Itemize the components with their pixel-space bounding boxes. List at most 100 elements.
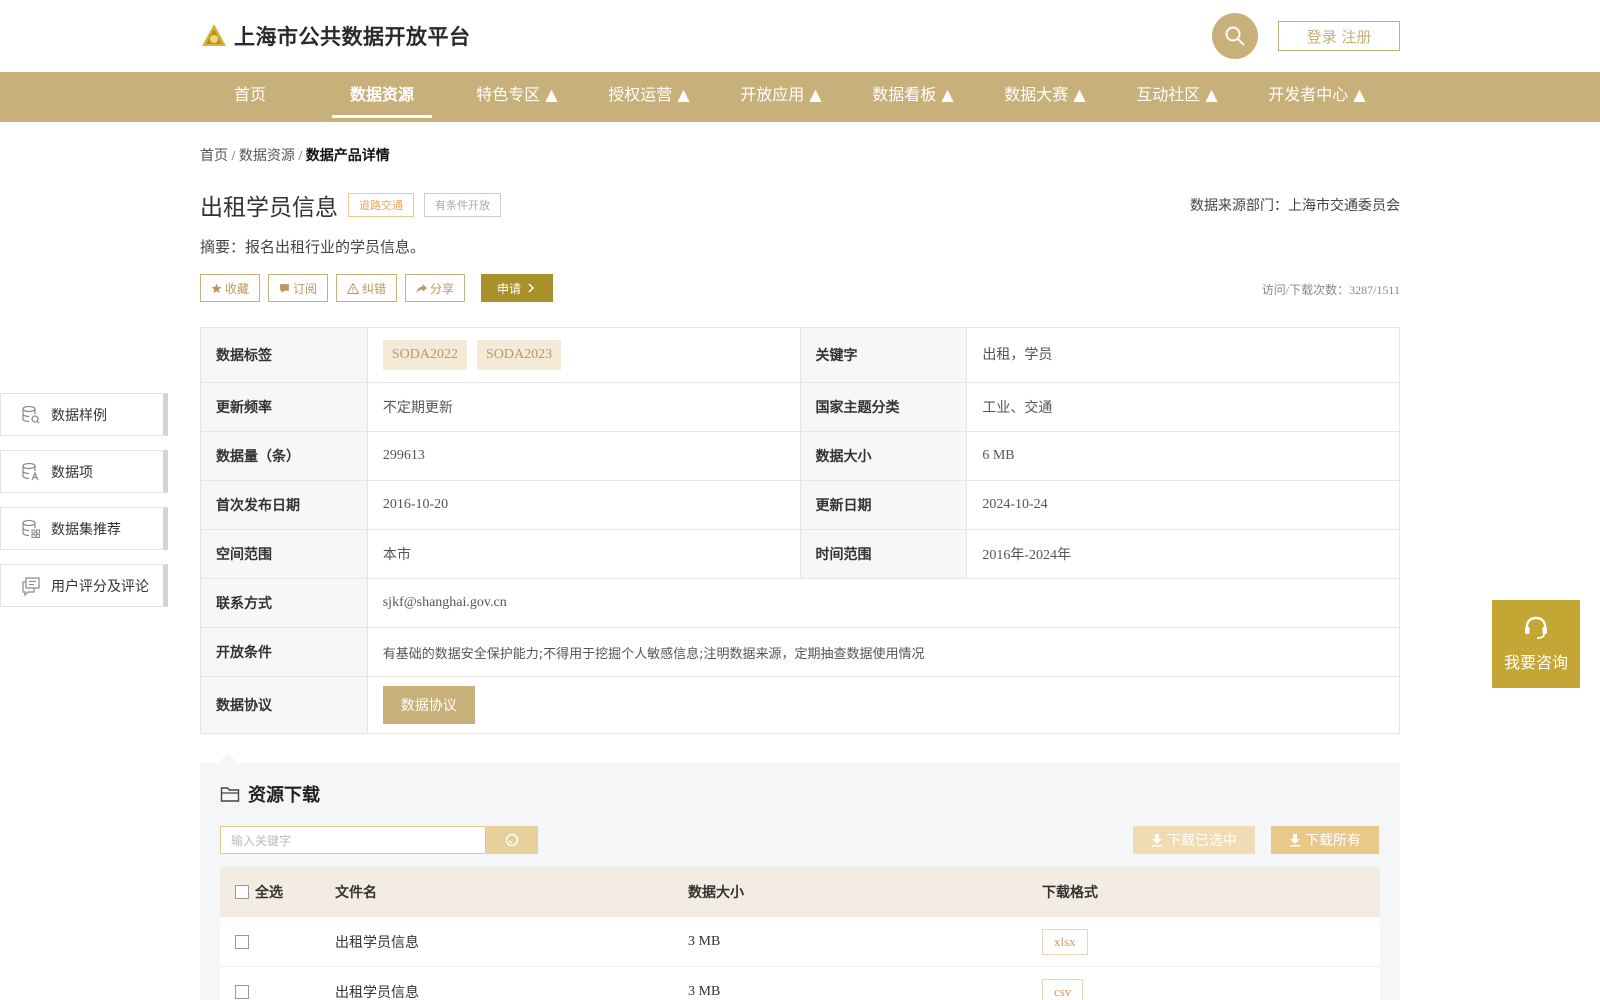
data-size-label: 数据大小 [800, 432, 968, 480]
search-button[interactable] [1212, 13, 1258, 59]
data-protocol-button[interactable]: 数据协议 [382, 686, 475, 724]
metadata-table: 数据标签 SODA2022 SODA2023 关键字 出租，学员 更新频率 不定… [200, 327, 1400, 734]
nav-data-dashboard[interactable]: 数据看板 ▲ [858, 72, 968, 122]
warning-icon [347, 282, 360, 294]
sidenav-ratings-comments[interactable]: 用户评分及评论 [0, 564, 168, 607]
share-button[interactable]: 分享 [405, 274, 466, 302]
updated-date-value: 2024-10-24 [982, 497, 1048, 512]
table-row: 联系方式 sjkf@shanghai.gov.cn [201, 579, 1399, 628]
update-frequency-label: 更新频率 [201, 383, 368, 431]
table-row: 数据标签 SODA2022 SODA2023 关键字 出租，学员 [201, 328, 1399, 383]
file-search-input[interactable]: 输入关键字 [220, 826, 486, 854]
spatial-range-value: 本市 [368, 530, 801, 578]
category-tag[interactable]: 道路交通 [348, 193, 414, 217]
data-source-department: 数据来源部门：上海市交通委员会 [1190, 198, 1400, 214]
select-all[interactable]: 全选 [220, 882, 335, 902]
file-name: 出租学员信息 [335, 934, 419, 951]
table-row: 更新频率 不定期更新 国家主题分类 工业、交通 [201, 383, 1399, 432]
nav-home[interactable]: 首页 [220, 72, 280, 122]
updated-date-label: 更新日期 [800, 481, 968, 529]
database-search-icon [22, 405, 40, 423]
sidenav-data-sample[interactable]: 数据样例 [0, 393, 168, 436]
database-grid-icon [22, 519, 40, 538]
breadcrumb-separator: / [228, 149, 239, 164]
table-header: 全选 文件名 数据大小 下载格式 [220, 867, 1380, 917]
sidenav-label: 数据集推荐 [51, 521, 121, 538]
data-tag[interactable]: SODA2023 [476, 340, 562, 370]
resource-download-panel: 资源下载 输入关键字 下载已选中 下载所有 全选 文件名 数据大小 下载格式 出… [200, 763, 1400, 1000]
sidenav-data-items[interactable]: 数据项 [0, 450, 168, 493]
file-name: 出租学员信息 [335, 984, 419, 1000]
nav-community[interactable]: 互动社区 ▲ [1122, 72, 1232, 122]
nav-open-apps[interactable]: 开放应用 ▲ [726, 72, 836, 122]
record-count-value: 299613 [368, 432, 801, 480]
column-filename: 文件名 [335, 885, 377, 901]
table-row: 空间范围 本市 时间范围 2016年-2024年 [201, 530, 1399, 579]
subscribe-button[interactable]: 订阅 [268, 274, 329, 302]
site-logo[interactable]: 上海市公共数据开放平台 [200, 21, 471, 51]
column-format: 下载格式 [1042, 885, 1098, 901]
dataset-title-row: 出租学员信息 道路交通 有条件开放 [200, 188, 501, 222]
share-label: 分享 [430, 281, 455, 296]
protocol-label: 数据协议 [201, 677, 368, 733]
contact-label: 联系方式 [201, 579, 368, 627]
apply-button[interactable]: 申请 [481, 274, 554, 302]
search-icon [505, 833, 519, 847]
first-release-label: 首次发布日期 [201, 481, 368, 529]
protocol-value: 数据协议 [368, 677, 1399, 733]
login-register-button[interactable]: 登录 注册 [1278, 21, 1400, 51]
sidenav-dataset-recommend[interactable]: 数据集推荐 [0, 507, 168, 550]
breadcrumb-resources[interactable]: 数据资源 [239, 149, 295, 164]
theme-label: 国家主题分类 [800, 383, 968, 431]
time-range-label: 时间范围 [800, 530, 968, 578]
visit-download-count: 访问/下载次数：3287/1511 [1261, 283, 1400, 297]
download-title-text: 资源下载 [248, 785, 320, 806]
download-selected-button[interactable]: 下载已选中 [1133, 826, 1255, 854]
row-checkbox[interactable] [235, 984, 249, 999]
main-nav: 首页 数据资源 特色专区 ▲ 授权运营 ▲ 开放应用 ▲ 数据看板 ▲ 数据大赛… [0, 72, 1600, 122]
panel-notch [218, 753, 238, 763]
format-download-link[interactable]: xlsx [1042, 928, 1088, 955]
tags-value: SODA2022 SODA2023 [368, 328, 801, 382]
dataset-summary: 摘要：报名出租行业的学员信息。 [200, 238, 426, 256]
favorite-button[interactable]: 收藏 [200, 274, 261, 302]
table-row: 数据协议 数据协议 [201, 677, 1399, 733]
row-checkbox[interactable] [235, 934, 249, 949]
report-error-button[interactable]: 纠错 [336, 274, 398, 302]
data-tag[interactable]: SODA2022 [382, 340, 467, 370]
download-section-title: 资源下载 [220, 781, 320, 807]
page-title: 出租学员信息 [200, 195, 338, 221]
side-nav: 数据样例 数据项 数据集推荐 用户评分及评论 [0, 393, 168, 621]
download-all-label: 下载所有 [1305, 833, 1361, 849]
keywords-value: 出租，学员 [982, 348, 1053, 363]
breadcrumb-separator: / [294, 149, 306, 164]
nav-authorized-ops[interactable]: 授权运营 ▲ [594, 72, 704, 122]
file-search-button[interactable] [486, 826, 538, 854]
nav-developer[interactable]: 开发者中心 ▲ [1254, 72, 1380, 122]
consult-button[interactable]: 我要咨询 [1492, 600, 1580, 688]
nav-data-resources[interactable]: 数据资源 [332, 72, 432, 122]
download-icon [1290, 834, 1300, 847]
table-row: 首次发布日期 2016-10-20 更新日期 2024-10-24 [201, 481, 1399, 530]
breadcrumb-home[interactable]: 首页 [200, 149, 228, 164]
site-title: 上海市公共数据开放平台 [234, 25, 471, 49]
data-size-value: 6 MB [982, 448, 1015, 463]
sidenav-label: 数据项 [51, 464, 93, 481]
sidenav-label: 用户评分及评论 [51, 578, 149, 595]
table-row: 出租学员信息 3 MB xlsx [220, 917, 1380, 967]
select-all-label: 全选 [255, 885, 283, 901]
file-size: 3 MB [688, 933, 721, 949]
format-download-link[interactable]: csv [1042, 978, 1084, 1000]
contact-value[interactable]: sjkf@shanghai.gov.cn [368, 579, 1399, 627]
keywords-label: 关键字 [800, 328, 968, 382]
nav-data-contest[interactable]: 数据大赛 ▲ [990, 72, 1100, 122]
spatial-range-label: 空间范围 [201, 530, 368, 578]
favorite-label: 收藏 [225, 281, 250, 296]
download-all-button[interactable]: 下载所有 [1271, 826, 1379, 854]
file-table: 全选 文件名 数据大小 下载格式 出租学员信息 3 MB xlsx 出租学员信息… [220, 867, 1380, 1000]
nav-special-zone[interactable]: 特色专区 ▲ [462, 72, 572, 122]
headset-icon [1525, 616, 1547, 639]
report-label: 纠错 [362, 281, 387, 296]
select-all-checkbox[interactable] [235, 885, 249, 899]
bookmark-icon [280, 283, 289, 293]
